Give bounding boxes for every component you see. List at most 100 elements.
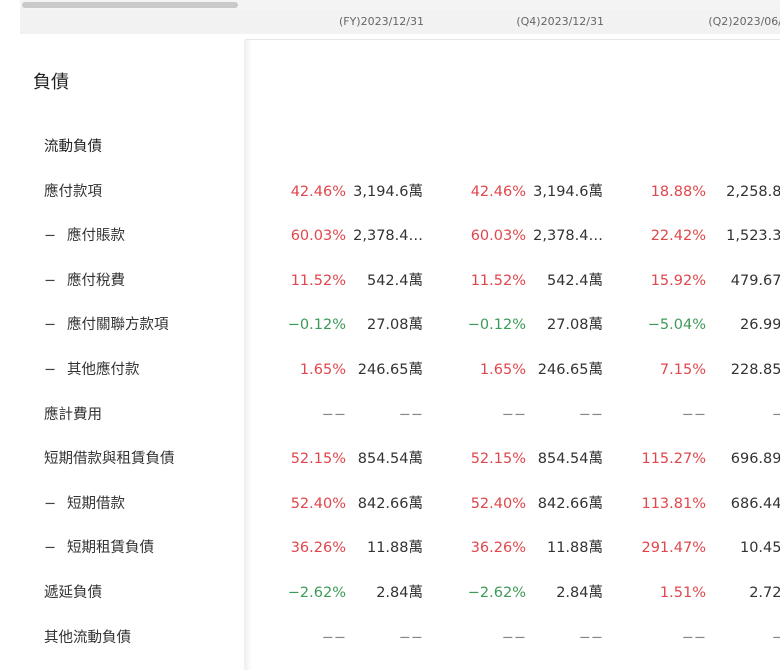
amount-value: −− (578, 629, 603, 646)
change-percent: 42.46% (470, 183, 526, 200)
amount-value: 842.66萬 (357, 495, 423, 512)
amount-value: 2.84萬 (556, 585, 603, 601)
amount-value: 842.66萬 (537, 495, 603, 512)
row-label-text: 短期借款 (67, 495, 125, 512)
amount-value: 3,194.6萬 (533, 183, 603, 200)
row-label: − 其他應付款 (44, 360, 140, 380)
amount-value: 696.89萬 (730, 451, 780, 468)
amount-value: 27.08萬 (366, 317, 423, 334)
column-header-2: (Q2)2023/06/30 (708, 15, 780, 28)
amount-value: 2,378.4… (533, 228, 603, 245)
change-percent: 7.15% (659, 362, 706, 378)
horizontal-scrollbar-thumb[interactable] (22, 2, 238, 8)
amount-value: 26.99萬 (739, 317, 780, 334)
row-label: − 應付關聯方款項 (44, 315, 169, 335)
row-label-text: 短期借款與租賃負債 (44, 451, 175, 468)
change-percent: −− (681, 629, 706, 646)
amount-value: 3,194.6萬 (353, 183, 423, 200)
amount-value: 542.4萬 (546, 272, 603, 289)
row-label-text: 短期租賃負債 (67, 540, 154, 557)
row-label-text: 遞延負債 (44, 585, 102, 601)
change-percent: 36.26% (290, 540, 346, 557)
change-percent: −− (321, 406, 346, 423)
row-label-text: 其他應付款 (67, 362, 140, 378)
frozen-column-shadow (244, 40, 252, 670)
row-label-text: 流動負債 (44, 139, 102, 155)
change-percent: 1.51% (659, 585, 706, 601)
amount-value: −− (398, 406, 423, 423)
indent-dash: − (44, 272, 57, 289)
change-percent: 52.15% (290, 451, 346, 468)
amount-value: 11.88萬 (546, 540, 603, 557)
indent-dash: − (44, 228, 57, 245)
header-divider (245, 39, 780, 40)
amount-value: −− (771, 406, 780, 423)
amount-value: −− (578, 406, 603, 423)
row-label-text: 應付關聯方款項 (67, 317, 169, 334)
amount-value: 854.54萬 (357, 451, 423, 468)
row-label-text: 應計費用 (44, 406, 102, 423)
change-percent: 11.52% (290, 272, 346, 289)
change-percent: 113.81% (641, 495, 706, 512)
change-percent: 11.52% (470, 272, 526, 289)
amount-value: 246.65萬 (357, 362, 423, 378)
change-percent: −2.62% (287, 585, 346, 601)
change-percent: 52.15% (470, 451, 526, 468)
row-label: 短期借款與租賃負債 (44, 449, 175, 469)
change-percent: −− (501, 629, 526, 646)
change-percent: 1.65% (479, 362, 526, 378)
row-label: − 短期租賃負債 (44, 538, 154, 558)
row-label-text: 應付稅費 (67, 272, 125, 289)
financial-table-viewport: 負債 流動負債應付款項 42.46% 3,194.6萬 42.46% 3,194.6萬 1… (0, 0, 780, 670)
indent-dash: − (44, 495, 57, 512)
row-label: 應計費用 (44, 405, 102, 425)
amount-value: −− (398, 629, 423, 646)
amount-value: 228.85萬 (730, 362, 780, 378)
change-percent: 22.42% (650, 228, 706, 245)
row-label: 其他流動負債 (44, 628, 131, 648)
change-percent: −5.04% (647, 317, 706, 334)
row-label: − 短期借款 (44, 494, 125, 514)
change-percent: −− (681, 406, 706, 423)
row-label-text: 其他流動負債 (44, 629, 131, 646)
indent-dash: − (44, 362, 57, 378)
row-label: − 應付稅費 (44, 271, 125, 291)
row-label: 應付款項 (44, 182, 102, 202)
row-label: − 應付賬款 (44, 226, 125, 246)
amount-value: 246.65萬 (537, 362, 603, 378)
row-label-text: 應付款項 (44, 183, 102, 200)
change-percent: 52.40% (290, 495, 346, 512)
row-label-panel (20, 40, 245, 670)
row-label-text: 應付賬款 (67, 228, 125, 245)
change-percent: −− (501, 406, 526, 423)
change-percent: 1.65% (299, 362, 346, 378)
row-label: 遞延負債 (44, 583, 102, 603)
change-percent: −2.62% (467, 585, 526, 601)
amount-value: 2,378.4… (353, 228, 423, 245)
column-header-0: (FY)2023/12/31 (338, 15, 424, 28)
change-percent: 60.03% (290, 228, 346, 245)
column-header-1: (Q4)2023/12/31 (516, 15, 604, 28)
change-percent: 60.03% (470, 228, 526, 245)
change-percent: −0.12% (467, 317, 526, 334)
amount-value: 686.44萬 (730, 495, 780, 512)
change-percent: 36.26% (470, 540, 526, 557)
indent-dash: − (44, 317, 57, 334)
amount-value: 1,523.3萬 (726, 228, 780, 245)
change-percent: 18.88% (650, 183, 706, 200)
change-percent: 115.27% (641, 451, 706, 468)
amount-value: 11.88萬 (366, 540, 423, 557)
amount-value: −− (771, 629, 780, 646)
change-percent: 52.40% (470, 495, 526, 512)
change-percent: −− (321, 629, 346, 646)
change-percent: 42.46% (290, 183, 346, 200)
amount-value: 27.08萬 (546, 317, 603, 334)
section-title: 負債 (33, 72, 69, 93)
change-percent: −0.12% (287, 317, 346, 334)
amount-value: 10.45萬 (739, 540, 780, 557)
amount-value: 2.72萬 (749, 585, 780, 601)
amount-value: 2,258.8… (726, 183, 780, 200)
amount-value: 542.4萬 (366, 272, 423, 289)
amount-value: 854.54萬 (537, 451, 603, 468)
change-percent: 15.92% (650, 272, 706, 289)
